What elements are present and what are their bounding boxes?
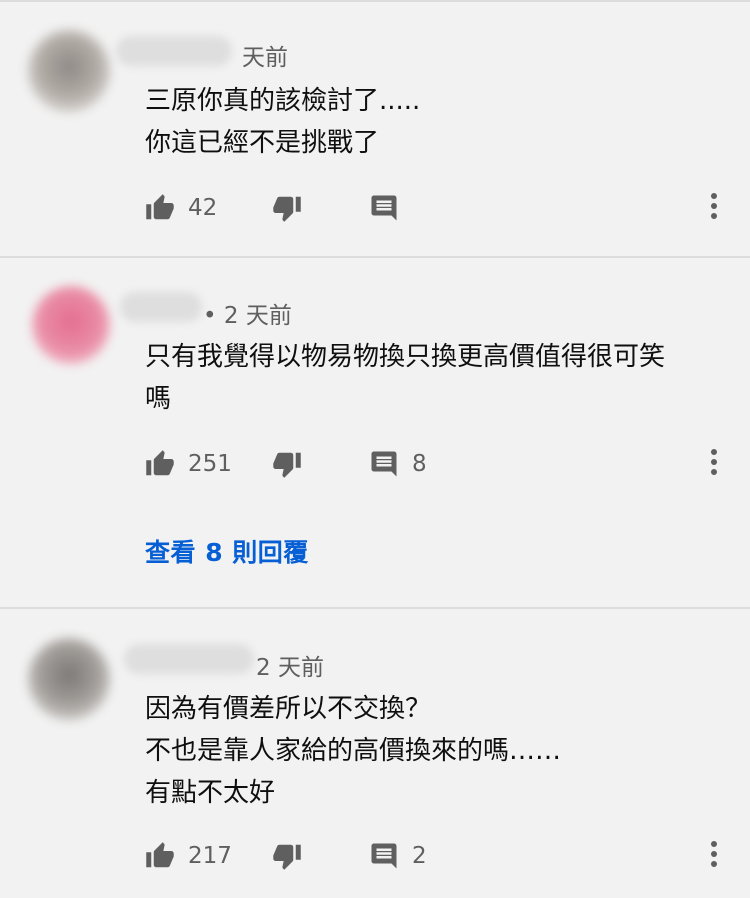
comment-text: 三原你真的該檢討了..... 你這已經不是挑戰了: [145, 80, 420, 164]
more-options-button[interactable]: [700, 836, 728, 876]
comment-line: 嗎: [145, 384, 172, 414]
thumbs-up-icon: [145, 841, 175, 871]
comment-line: 你這已經不是挑戰了: [145, 128, 380, 158]
thumbs-down-icon: [272, 193, 302, 223]
comment-actions: 217 2: [0, 836, 750, 876]
comment-text: 只有我覺得以物易物換只換更高價值得很可笑 嗎: [145, 336, 665, 420]
comment-timestamp: 2 天前: [256, 655, 324, 681]
reply-count: 2: [412, 843, 427, 869]
author-name-blurred[interactable]: [124, 644, 254, 674]
like-button[interactable]: 217: [145, 836, 232, 876]
reply-count: 8: [412, 451, 427, 477]
reply-button[interactable]: 8: [369, 444, 427, 484]
comment-actions: 251 8: [0, 444, 750, 484]
thumbs-down-icon: [272, 841, 302, 871]
like-count: 251: [188, 451, 232, 477]
like-count: 42: [188, 195, 218, 221]
comment-timestamp: 天前: [242, 45, 288, 71]
author-name-blurred[interactable]: [116, 36, 232, 66]
comment-line: 只有我覺得以物易物換只換更高價值得很可笑: [145, 342, 666, 372]
comment-divider: [0, 607, 750, 609]
comment-line: 不也是靠人家給的高價換來的嗎……: [145, 736, 562, 766]
dislike-button[interactable]: [272, 188, 302, 228]
avatar[interactable]: [28, 30, 110, 112]
author-name-blurred[interactable]: [120, 292, 202, 322]
comment-line: 三原你真的該檢討了.....: [145, 86, 421, 116]
comment-line: 有點不太好: [145, 778, 276, 808]
more-vertical-icon: [709, 192, 719, 224]
comment-reply-icon: [369, 449, 399, 479]
more-vertical-icon: [709, 840, 719, 872]
like-count: 217: [188, 843, 232, 869]
view-replies-link[interactable]: 查看 8 則回覆: [145, 533, 309, 569]
comment-text: 因為有價差所以不交換？ 不也是靠人家給的高價換來的嗎…… 有點不太好: [145, 688, 561, 814]
more-options-button[interactable]: [700, 444, 728, 484]
more-options-button[interactable]: [700, 188, 728, 228]
comment-reply-icon: [369, 193, 399, 223]
comment-actions: 42: [0, 188, 750, 228]
thumbs-up-icon: [145, 449, 175, 479]
avatar[interactable]: [32, 286, 110, 364]
comment-line: 因為有價差所以不交換？: [145, 694, 432, 724]
thumbs-up-icon: [145, 193, 175, 223]
more-vertical-icon: [709, 448, 719, 480]
comment-timestamp: • 2 天前: [203, 303, 292, 329]
top-divider: [0, 0, 750, 2]
reply-button[interactable]: [369, 188, 399, 228]
dislike-button[interactable]: [272, 444, 302, 484]
comment-reply-icon: [369, 841, 399, 871]
like-button[interactable]: 251: [145, 444, 232, 484]
thumbs-down-icon: [272, 449, 302, 479]
dislike-button[interactable]: [272, 836, 302, 876]
like-button[interactable]: 42: [145, 188, 217, 228]
reply-button[interactable]: 2: [369, 836, 427, 876]
avatar[interactable]: [28, 638, 110, 720]
comment-divider: [0, 256, 750, 258]
